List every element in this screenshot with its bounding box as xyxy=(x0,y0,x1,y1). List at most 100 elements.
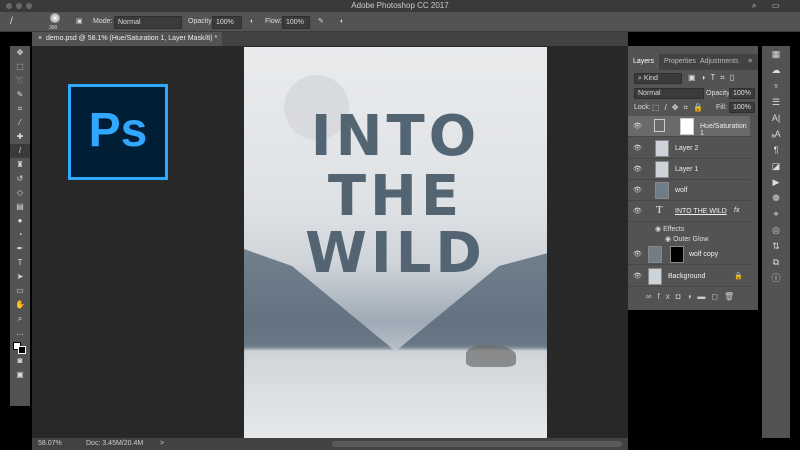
tab-adjustments[interactable]: Adjustments xyxy=(700,58,739,65)
panel-menu-icon[interactable]: ≡ xyxy=(748,58,752,65)
paragraph-icon[interactable]: ¶ xyxy=(762,142,790,158)
brush-tool-icon[interactable]: / xyxy=(10,16,13,27)
new-layer-icon[interactable]: ◻ xyxy=(711,292,724,301)
close-window-button[interactable] xyxy=(6,3,12,9)
healing-icon[interactable]: ✚ xyxy=(10,130,30,144)
horizontal-scrollbar[interactable] xyxy=(332,441,622,447)
layer-row-layer-1[interactable]: 👁 Layer 1 xyxy=(628,159,750,180)
hand-icon[interactable]: ✋ xyxy=(10,298,30,312)
status-menu-arrow[interactable]: > xyxy=(160,438,164,450)
eyedropper-icon[interactable]: ⁄ xyxy=(10,116,30,130)
visibility-eye-icon[interactable]: 👁 xyxy=(633,250,642,258)
tab-layers[interactable]: Layers xyxy=(628,54,660,70)
document-canvas[interactable]: INTO THE WILD xyxy=(244,47,547,440)
gradient-icon[interactable]: ▤ xyxy=(10,200,30,214)
type-icon[interactable]: T xyxy=(10,256,30,270)
mode-select[interactable]: Normal xyxy=(114,16,182,29)
opacity-field[interactable]: 100% xyxy=(212,16,242,29)
colors-icon[interactable] xyxy=(10,340,30,354)
history-icon[interactable]: ⇅ xyxy=(762,238,790,254)
minimize-window-button[interactable] xyxy=(16,3,22,9)
stamp-icon[interactable]: ♜ xyxy=(10,158,30,172)
layer-mask-thumb[interactable] xyxy=(680,118,694,135)
opacity-label: Opacity: xyxy=(188,18,214,25)
title-bar: Adobe Photoshop CC 2017 ⌕ ▭ xyxy=(0,0,800,12)
glyphs-icon[interactable]: ₐA xyxy=(762,126,790,142)
info-icon[interactable]: ⓘ xyxy=(762,270,790,286)
effects-label: Effects xyxy=(663,226,685,233)
airbrush-icon[interactable]: ✎ xyxy=(318,16,324,27)
swatches-icon[interactable]: ☁ xyxy=(762,62,790,78)
path-select-icon[interactable]: ➤ xyxy=(10,270,30,284)
search-icon[interactable]: ⌕ xyxy=(752,0,756,12)
effects-row[interactable]: ◉ Effects xyxy=(655,225,684,233)
visibility-eye-icon[interactable]: 👁 xyxy=(633,207,642,215)
document-tab[interactable]: × demo.psd @ 58.1% (Hue/Saturation 1, La… xyxy=(32,32,222,46)
layer-row-wolf-copy[interactable]: 👁 wolf copy xyxy=(628,244,750,265)
styles-icon[interactable]: ◪ xyxy=(762,158,790,174)
maximize-window-button[interactable] xyxy=(26,3,32,9)
pen-icon[interactable]: ✒ xyxy=(10,242,30,256)
visibility-eye-icon[interactable]: 👁 xyxy=(633,122,642,130)
zoom-level[interactable]: 58.07% xyxy=(38,438,62,450)
screenmode-icon[interactable]: ▣ xyxy=(10,368,30,382)
visibility-eye-icon[interactable]: 👁 xyxy=(633,144,642,152)
layer-row-background[interactable]: 👁 Background 🔒 xyxy=(628,266,750,287)
trash-icon[interactable]: 🗑 xyxy=(724,292,740,301)
pressure-opacity-icon[interactable]: ◐ xyxy=(250,16,254,27)
layer-name: Layer 2 xyxy=(675,145,699,152)
dodge-icon[interactable]: ◔ xyxy=(10,228,30,242)
layer-row-into-the-wild[interactable]: 👁 T INTO THE WILD fx xyxy=(628,201,750,222)
rectangle-icon[interactable]: ▭ xyxy=(10,284,30,298)
visibility-eye-icon[interactable]: 👁 xyxy=(633,186,642,194)
fx-add-icon[interactable]: fx xyxy=(657,292,675,301)
blur-icon[interactable]: ● xyxy=(10,214,30,228)
actions-play-icon[interactable]: ▶ xyxy=(762,174,790,190)
channels-icon[interactable]: ❁ xyxy=(762,190,790,206)
filter-kind-select[interactable]: ⌕ Kind xyxy=(634,73,682,84)
brush-icon[interactable]: / xyxy=(10,144,30,158)
quick-select-icon[interactable]: ✎ xyxy=(10,88,30,102)
marquee-icon[interactable]: ⬚ xyxy=(10,60,30,74)
layer-mask-thumb[interactable] xyxy=(670,246,684,263)
link-icon[interactable]: ∞ xyxy=(646,292,658,301)
outer-glow-row[interactable]: ◉ Outer Glow xyxy=(665,235,708,243)
history-brush-icon[interactable]: ↺ xyxy=(10,172,30,186)
layer-row-layer-2[interactable]: 👁 Layer 2 xyxy=(628,138,750,159)
lock-icons[interactable]: ⬚/✥⌗🔒 xyxy=(652,103,708,113)
layer-row-wolf[interactable]: 👁 wolf xyxy=(628,180,750,201)
filter-icons[interactable]: ▣◑T⌗▯ xyxy=(688,73,739,83)
more-icon[interactable]: … xyxy=(10,326,30,340)
blend-mode-select[interactable]: Normal xyxy=(634,88,704,99)
clone-source-icon[interactable]: ⧉ xyxy=(762,254,790,270)
pressure-size-icon[interactable]: ◐ xyxy=(340,16,344,27)
add-mask-icon[interactable]: ◘ xyxy=(676,292,687,301)
visibility-eye-icon[interactable]: 👁 xyxy=(633,272,642,280)
tab-properties[interactable]: Properties xyxy=(664,58,696,65)
eraser-icon[interactable]: ◇ xyxy=(10,186,30,200)
lasso-icon[interactable]: ➰ xyxy=(10,74,30,88)
workspace-icon[interactable]: ▭ xyxy=(772,0,780,12)
flow-field[interactable]: 100% xyxy=(282,16,310,29)
adjust-icon[interactable]: ☰ xyxy=(762,94,790,110)
adjustment-add-icon[interactable]: ◑ xyxy=(687,292,698,301)
fx-icon[interactable]: fx xyxy=(734,207,739,214)
tool-presets-icon[interactable]: ♆ xyxy=(762,78,790,94)
paths-icon[interactable]: ⌖ xyxy=(762,206,790,222)
visibility-eye-icon[interactable]: 👁 xyxy=(633,165,642,173)
zoom-icon[interactable]: ⌕ xyxy=(10,312,30,326)
grid-icon[interactable]: ▦ xyxy=(762,46,790,62)
brush-panel-icon[interactable]: ▣ xyxy=(76,16,83,27)
move-icon[interactable]: ✥ xyxy=(10,46,30,60)
fill-field[interactable]: 100% xyxy=(729,102,755,113)
layer-row-hue-saturation[interactable]: 👁 Hue/Saturation 1 xyxy=(628,116,750,137)
layer-opacity-field[interactable]: 100% xyxy=(729,88,755,99)
brush-preset-picker[interactable] xyxy=(50,13,60,23)
layer-name: Layer 1 xyxy=(675,166,699,173)
character-icon[interactable]: A| xyxy=(762,110,790,126)
group-folder-icon[interactable]: ▬ xyxy=(697,292,711,301)
quickmask-icon[interactable]: ◙ xyxy=(10,354,30,368)
close-tab-icon[interactable]: × xyxy=(38,35,42,42)
libraries-icon[interactable]: ◎ xyxy=(762,222,790,238)
crop-icon[interactable]: ⌗ xyxy=(10,102,30,116)
